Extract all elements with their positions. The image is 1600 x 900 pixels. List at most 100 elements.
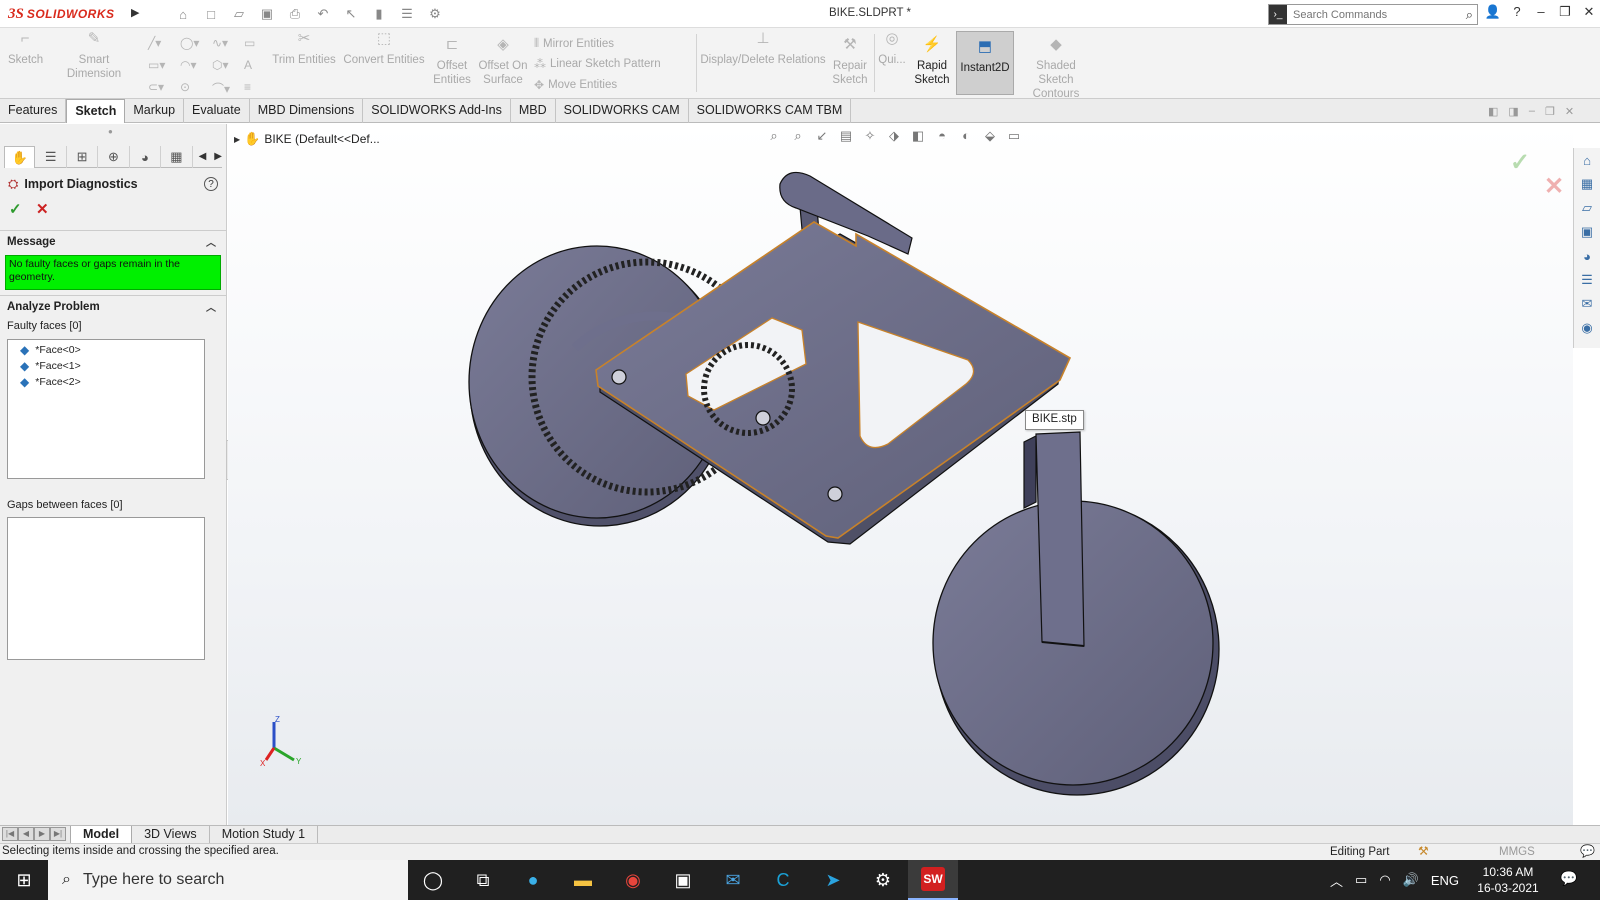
tab-solidworks-cam-tbm[interactable]: SOLIDWORKS CAM TBM (689, 99, 852, 123)
display-manager-tab-icon[interactable]: ◕ (130, 146, 162, 168)
doc-minimize-icon[interactable]: – (1529, 105, 1535, 118)
appearances-icon[interactable]: ◕ (1574, 244, 1600, 268)
save-icon[interactable]: ▣ (256, 4, 278, 24)
offset-entities-button[interactable]: ⊏ Offset Entities (430, 37, 474, 87)
spline-icon[interactable]: ∿▾ (212, 36, 228, 50)
tab-evaluate[interactable]: Evaluate (184, 99, 250, 123)
resources-home-icon[interactable]: ⌂ (1574, 148, 1600, 172)
list-item[interactable]: ◆ *Face<1> (8, 358, 204, 374)
taskbar-clock[interactable]: 10:36 AM 16-03-2021 (1470, 864, 1546, 896)
gaps-list[interactable] (7, 517, 205, 660)
convert-entities-button[interactable]: ⬚ Convert Entities (342, 31, 426, 67)
front-fork-leg[interactable] (1035, 431, 1085, 647)
custom-properties-icon[interactable]: ☰ (1574, 268, 1600, 292)
tab-3d-views[interactable]: 3D Views (132, 825, 210, 844)
line-icon[interactable]: ╱▾ (148, 36, 161, 50)
task-view-icon[interactable]: ⧉ (458, 860, 508, 900)
tabs-scroll-left-icon[interactable]: ◀ (199, 151, 207, 162)
list-item[interactable]: ◆ *Face<0> (8, 342, 204, 358)
analyze-problem-section-header[interactable]: Analyze Problem ︿ (0, 295, 226, 317)
sketch-button[interactable]: ⌐ Sketch (8, 31, 43, 67)
tab-solidworks-cam[interactable]: SOLIDWORKS CAM (556, 99, 689, 123)
search-icon[interactable]: ⌕ (1466, 7, 1473, 23)
rebuild-icon[interactable]: ▮ (368, 4, 390, 24)
prev-tab-icon[interactable]: ◀ (18, 826, 34, 841)
user-icon[interactable]: 👤 (1484, 4, 1502, 20)
cancel-button[interactable]: ✕ (36, 200, 49, 218)
text-icon[interactable]: A (244, 58, 252, 72)
rapid-sketch-button[interactable]: ⚡ Rapid Sketch (912, 37, 952, 87)
file-properties-icon[interactable]: ☰ (396, 4, 418, 24)
property-manager-tab-icon[interactable]: ☰ (35, 146, 67, 168)
ok-button[interactable]: ✓ (9, 200, 22, 218)
search-commands-input[interactable] (1287, 8, 1437, 21)
taskbar-search[interactable]: ⌕ Type here to search (48, 860, 408, 900)
notification-icon[interactable]: 💬 (1560, 870, 1577, 887)
instant2d-button[interactable]: ⬒ Instant2D (956, 31, 1014, 95)
list-item[interactable]: ◆ *Face<2> (8, 374, 204, 390)
faulty-faces-list[interactable]: ◆ *Face<0> ◆ *Face<1> ◆ *Face<2> (7, 339, 205, 479)
file-explorer-icon[interactable]: ▬ (558, 860, 608, 900)
close-icon[interactable]: ✕ (1580, 4, 1598, 20)
tab-sketch[interactable]: Sketch (66, 99, 126, 123)
tray-expand-icon[interactable]: ︿ (1330, 871, 1343, 890)
tile-right-icon[interactable]: ◨ (1508, 105, 1518, 118)
message-section-header[interactable]: Message ︿ (0, 230, 226, 252)
windows-start-button[interactable]: ⊞ (0, 860, 48, 900)
display-delete-relations-button[interactable]: ⊥ Display/Delete Relations (700, 31, 826, 67)
smart-dimension-button[interactable]: ✎ Smart Dimension (50, 31, 138, 81)
graphics-area[interactable]: ▶ ✋ BIKE (Default<<Def... ⌕ ⌕ ↙ ▤ ✧ ⬗ ◧ … (228, 124, 1573, 825)
quick-tips-icon[interactable]: 💬 (1580, 844, 1595, 858)
tab-markup[interactable]: Markup (125, 99, 185, 123)
front-fork[interactable] (1023, 435, 1037, 509)
slot-icon[interactable]: ⊂▾ (148, 80, 164, 94)
mirror-entities-button[interactable]: ⫴ Mirror Entities (534, 36, 614, 51)
search-commands-box[interactable]: ›_ ⌕ (1268, 4, 1478, 25)
move-entities-button[interactable]: ✥ Move Entities (534, 78, 617, 92)
mail-icon[interactable]: ✉ (708, 860, 758, 900)
telegram-icon[interactable]: ➤ (808, 860, 858, 900)
doc-close-icon[interactable]: ✕ (1565, 105, 1574, 118)
panel-grip-icon[interactable]: ● (108, 127, 113, 136)
tab-solidworks-add-ins[interactable]: SOLIDWORKS Add-Ins (363, 99, 511, 123)
centerline-icon[interactable]: ≡ (244, 80, 251, 94)
collapse-chevron-icon[interactable]: ︿ (206, 234, 216, 249)
plane-icon[interactable]: ▭ (244, 36, 255, 50)
edge-browser-icon[interactable]: ● (508, 860, 558, 900)
design-library-icon[interactable]: ▦ (1574, 172, 1600, 196)
home-icon[interactable]: ⌂ (172, 4, 194, 24)
microsoft-store-icon[interactable]: ▣ (658, 860, 708, 900)
tab-mbd-dimensions[interactable]: MBD Dimensions (250, 99, 364, 123)
battery-icon[interactable]: ▭ (1355, 872, 1367, 888)
circle-icon[interactable]: ◯▾ (180, 36, 199, 50)
help-icon[interactable]: ? (204, 177, 218, 191)
tab-model[interactable]: Model (70, 825, 133, 844)
minimize-icon[interactable]: – (1532, 4, 1550, 20)
last-tab-icon[interactable]: ▶| (50, 826, 66, 841)
cam-tab-icon[interactable]: ▦ (161, 146, 193, 168)
forum-icon[interactable]: ✉ (1574, 292, 1600, 316)
next-tab-icon[interactable]: ▶ (34, 826, 50, 841)
configuration-manager-tab-icon[interactable]: ⊞ (67, 146, 99, 168)
polygon-icon[interactable]: ⬡▾ (212, 58, 229, 72)
cortana-icon[interactable]: ◯ (408, 860, 458, 900)
shaded-sketch-contours-button[interactable]: ◆ Shaded Sketch Contours (1018, 37, 1094, 101)
c-app-icon[interactable]: C (758, 860, 808, 900)
tab-features[interactable]: Features (0, 99, 67, 123)
solidworks-logo[interactable]: 3S SOLIDWORKS (8, 2, 128, 26)
wifi-icon[interactable]: ◠ (1379, 872, 1390, 888)
open-icon[interactable]: ▱ (228, 4, 250, 24)
bike-model[interactable] (228, 124, 1573, 825)
first-tab-icon[interactable]: |◀ (2, 826, 18, 841)
linear-sketch-pattern-button[interactable]: ⁂ Linear Sketch Pattern (534, 57, 661, 71)
point-icon[interactable]: ⊙ (180, 80, 190, 94)
options-gear-icon[interactable]: ⚙ (424, 4, 446, 24)
file-explorer-icon[interactable]: ▱ (1574, 196, 1600, 220)
select-icon[interactable]: ↖ (340, 4, 362, 24)
solidworks-taskbar-icon[interactable]: SW (908, 860, 958, 900)
tabs-scroll-right-icon[interactable]: ▶ (214, 151, 222, 162)
print-icon[interactable]: ⎙ (284, 4, 306, 24)
doc-restore-icon[interactable]: ❐ (1545, 105, 1555, 118)
tab-mbd[interactable]: MBD (511, 99, 556, 123)
rectangle-icon[interactable]: ▭▾ (148, 58, 165, 72)
